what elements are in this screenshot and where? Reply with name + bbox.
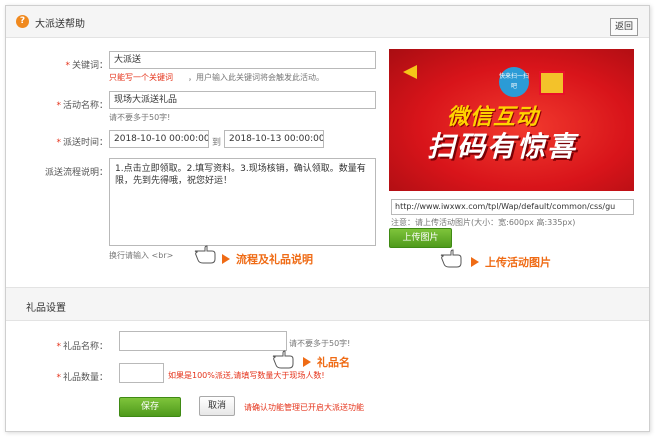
gift-name-hint: 请不要多于50字! (289, 339, 351, 348)
arrow-right-icon (222, 254, 230, 264)
image-url-input[interactable]: http://www.iwxwx.com/tpl/Wap/default/com… (391, 199, 634, 215)
gift-box-icon (539, 71, 565, 95)
gift-section-header: 礼品设置 (6, 287, 649, 321)
arrow-right-icon (471, 257, 479, 267)
keyword-note: ，用户输入此关键词将会触发此活动。 (188, 73, 324, 82)
upload-callout: 上传活动图片 (471, 254, 551, 270)
footer-note: 请确认功能管理已开启大派送功能 (244, 403, 364, 412)
upload-callout-text: 上传活动图片 (485, 256, 551, 269)
pointing-hand-icon (440, 249, 462, 268)
activity-name-input[interactable]: 现场大派送礼品 (109, 91, 376, 109)
required-mark: * (65, 61, 70, 71)
gift-name-input[interactable] (119, 331, 287, 351)
required-mark: * (56, 373, 61, 383)
banner-line2: 扫码有惊喜 (427, 130, 578, 163)
start-time-input[interactable]: 2018-10-10 00:00:00 (109, 130, 209, 148)
pointing-hand-icon (194, 245, 216, 264)
page-frame: ? 大派送帮助 返回 * 关键词： 大派送 只能写一个关键词 ，用户输入此关键词将… (5, 5, 650, 432)
gift-quantity-input[interactable] (119, 363, 164, 383)
gift-section-title: 礼品设置 (26, 303, 66, 314)
gift-name-label: * 礼品名称： (46, 339, 108, 352)
gift-name-callout-text: 礼品名 (317, 356, 350, 369)
back-button[interactable]: 返回 (610, 18, 638, 36)
help-icon: ? (16, 15, 29, 28)
keyword-label-text: 关键词： (71, 61, 108, 71)
keyword-hint: 只能写一个关键词 (109, 73, 173, 82)
gift-quantity-hint: 如果是100%派送,请填写数量大于现场人数! (168, 371, 325, 380)
flow-textarea[interactable]: 1.点击立即领取。2.填写资料。3.现场核销，确认领取。数量有限，先到先得哦，祝… (109, 158, 376, 246)
activity-name-label: * 活动名称： (46, 98, 108, 111)
time-separator: 到 (212, 138, 222, 148)
flow-label: 派送流程说明： (44, 168, 108, 178)
gift-name-callout: 礼品名 (303, 354, 350, 370)
gift-quantity-label-text: 礼品数量： (62, 373, 108, 383)
required-mark: * (56, 138, 61, 148)
keyword-input[interactable]: 大派送 (109, 51, 376, 69)
activity-name-hint: 请不要多于50字! (109, 113, 171, 122)
gift-quantity-label: * 礼品数量： (46, 370, 108, 383)
megaphone-icon (403, 65, 417, 79)
end-time-input[interactable]: 2018-10-13 00:00:00 (224, 130, 324, 148)
cancel-button[interactable]: 取消 (199, 396, 235, 416)
image-note: 注意：请上传活动图片(大小：宽:600px 高:335px) (391, 218, 576, 227)
save-button[interactable]: 保存 (119, 397, 181, 417)
required-mark: * (56, 101, 61, 111)
banner-tag: 快来扫一扫吧 (499, 67, 529, 97)
flow-callout-text: 流程及礼品说明 (236, 253, 313, 266)
activity-name-label-text: 活动名称： (62, 101, 108, 111)
required-mark: * (56, 342, 61, 352)
flow-callout: 流程及礼品说明 (222, 251, 313, 267)
page-header: ? 大派送帮助 返回 (6, 6, 649, 38)
gift-name-label-text: 礼品名称： (62, 342, 108, 352)
page-title: 大派送帮助 (35, 19, 85, 30)
arrow-right-icon (303, 357, 311, 367)
activity-banner-image: 快来扫一扫吧 微信互动 扫码有惊喜 (389, 49, 634, 191)
keyword-label: * 关键词： (46, 58, 108, 71)
flow-hint: 换行请输入 <br> (109, 251, 174, 260)
time-label-text: 派送时间： (62, 138, 108, 148)
time-label: * 派送时间： (46, 135, 108, 148)
pointing-hand-icon (272, 350, 294, 369)
